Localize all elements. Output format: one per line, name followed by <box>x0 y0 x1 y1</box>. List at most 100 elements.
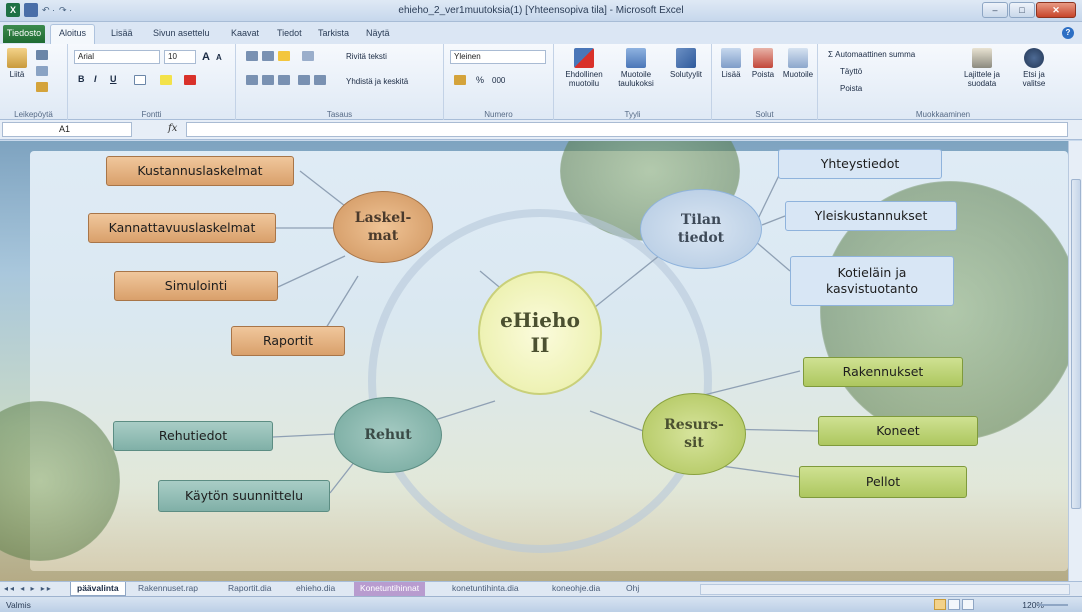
tab-view[interactable]: Näytä <box>366 28 390 38</box>
format-cells-button[interactable]: Muotoile <box>780 48 816 79</box>
align-middle-icon[interactable] <box>262 51 274 61</box>
zoom-slider[interactable] <box>1038 604 1068 606</box>
borders-icon[interactable] <box>134 75 146 85</box>
sheet-tab-raportit[interactable]: Raportit.dia <box>222 582 277 596</box>
fill-button[interactable]: Täyttö <box>840 67 862 76</box>
align-center-icon[interactable] <box>262 75 274 85</box>
percent-button[interactable]: % <box>476 75 484 85</box>
yhteystiedot-label: Yhteystiedot <box>820 156 900 171</box>
thousands-button[interactable]: 000 <box>492 76 505 85</box>
font-name-select[interactable]: Arial <box>74 50 160 64</box>
merge-center-button[interactable]: Yhdistä ja keskitä <box>346 77 408 86</box>
underline-button[interactable]: U <box>110 74 117 84</box>
font-color-icon[interactable] <box>184 75 196 85</box>
cut-icon[interactable] <box>36 50 48 60</box>
insert-cells-icon <box>721 48 741 68</box>
format-painter-icon[interactable] <box>36 82 48 92</box>
decrease-indent-icon[interactable] <box>298 75 310 85</box>
tab-formulas[interactable]: Kaavat <box>231 28 259 38</box>
name-box[interactable]: A1 <box>2 122 132 137</box>
page-layout-view-button[interactable] <box>948 599 960 610</box>
yhteystiedot-box[interactable]: Yhteystiedot <box>778 149 942 179</box>
font-size-select[interactable]: 10 <box>164 50 196 64</box>
align-top-icon[interactable] <box>246 51 258 61</box>
sort-filter-button[interactable]: Lajittele ja suodata <box>954 48 1010 88</box>
copy-icon[interactable] <box>36 66 48 76</box>
find-label: Etsi ja valitse <box>1022 70 1046 88</box>
increase-indent-icon[interactable] <box>314 75 326 85</box>
tilan-tiedot-node[interactable]: Tilan tiedot <box>640 189 762 269</box>
pellot-box[interactable]: Pellot <box>799 466 967 498</box>
find-select-button[interactable]: Etsi ja valitse <box>1012 48 1056 88</box>
resurssit-node[interactable]: Resurs-sit <box>642 393 746 475</box>
tab-data[interactable]: Tiedot <box>277 28 302 38</box>
close-button[interactable]: ✕ <box>1036 2 1076 18</box>
paste-button[interactable]: Liitä <box>4 48 30 79</box>
koneet-box[interactable]: Koneet <box>818 416 978 446</box>
tab-review[interactable]: Tarkista <box>318 28 349 38</box>
clipboard-icon <box>7 48 27 68</box>
status-bar: Valmis 120% <box>0 596 1082 612</box>
insert-function-icon[interactable]: fx <box>168 123 177 134</box>
fill-color-icon[interactable] <box>160 75 172 85</box>
bold-button[interactable]: B <box>78 74 85 84</box>
orientation-icon[interactable] <box>302 51 314 61</box>
kotielain-box[interactable]: Kotieläin ja kasvistuotanto <box>790 256 954 306</box>
delete-cells-icon <box>753 48 773 68</box>
vertical-scrollbar[interactable] <box>1068 141 1082 581</box>
minimize-button[interactable]: – <box>982 2 1008 18</box>
sheet-tab-ehieho[interactable]: ehieho.dia <box>290 582 341 596</box>
grow-font-button[interactable]: A <box>202 51 210 63</box>
normal-view-button[interactable] <box>934 599 946 610</box>
raportit-box[interactable]: Raportit <box>231 326 345 356</box>
alignment-group: Rivitä teksti Yhdistä ja keskitä Tasaus <box>236 44 444 120</box>
maximize-button[interactable]: □ <box>1009 2 1035 18</box>
rehut-node[interactable]: Rehut <box>334 397 442 473</box>
kannattavuuslaskelmat-box[interactable]: Kannattavuuslaskelmat <box>88 213 276 243</box>
tab-file[interactable]: Tiedosto <box>3 25 45 43</box>
number-format-select[interactable]: Yleinen <box>450 50 546 64</box>
sheet-tab-ohj[interactable]: Ohj <box>620 582 645 596</box>
wrap-text-button[interactable]: Rivitä teksti <box>346 52 387 61</box>
sheet-tab-konetuntihinnat[interactable]: Konetuntihinnat <box>354 582 426 596</box>
tab-home[interactable]: Aloitus <box>50 24 96 44</box>
page-break-view-button[interactable] <box>962 599 974 610</box>
rakennukset-box[interactable]: Rakennukset <box>803 357 963 387</box>
sheet-tab-paavalinta[interactable]: päävalinta <box>70 582 126 596</box>
conditional-formatting-button[interactable]: Ehdollinen muotoilu <box>558 48 610 88</box>
rehutiedot-label: Rehutiedot <box>158 428 228 443</box>
kustannuslaskelmat-box[interactable]: Kustannuslaskelmat <box>106 156 294 186</box>
worksheet-area[interactable]: eHieho II Laskel-mat Tilan tiedot Resurs-s… <box>0 141 1068 581</box>
sheet-tab-koneohje[interactable]: koneohje.dia <box>546 582 606 596</box>
delete-cells-button[interactable]: Poista <box>748 48 778 79</box>
insert-cells-button[interactable]: Lisää <box>716 48 746 79</box>
yleiskustannukset-box[interactable]: Yleiskustannukset <box>785 201 957 231</box>
clear-button[interactable]: Poista <box>840 84 862 93</box>
sheet-tab-rakennuset[interactable]: Rakennuset.rap <box>132 582 204 596</box>
currency-icon[interactable] <box>454 75 466 85</box>
sheet-tab-konetuntihinta[interactable]: konetuntihinta.dia <box>446 582 525 596</box>
sheet-tabs-bar: ◂◂ ◂ ▸ ▸▸ päävalinta Rakennuset.rap Rapo… <box>0 581 1082 596</box>
kayton-suunnittelu-box[interactable]: Käytön suunnittelu <box>158 480 330 512</box>
italic-button[interactable]: I <box>94 74 97 84</box>
autosum-button[interactable]: Σ Automaattinen summa <box>828 50 915 59</box>
tab-page-layout[interactable]: Sivun asettelu <box>153 28 210 38</box>
laskelmat-node[interactable]: Laskel-mat <box>333 191 433 263</box>
align-bottom-icon[interactable] <box>278 51 290 61</box>
format-as-table-button[interactable]: Muotoile taulukoksi <box>610 48 662 88</box>
help-icon[interactable]: ? <box>1062 27 1074 39</box>
cell-styles-button[interactable]: Solutyylit <box>664 48 708 79</box>
align-right-icon[interactable] <box>278 75 290 85</box>
rehutiedot-box[interactable]: Rehutiedot <box>113 421 273 451</box>
horizontal-scrollbar[interactable] <box>700 584 1070 595</box>
font-group-label: Fontti <box>141 110 162 119</box>
tab-insert[interactable]: Lisää <box>111 28 133 38</box>
vertical-scroll-thumb[interactable] <box>1071 179 1081 509</box>
shrink-font-button[interactable]: A <box>216 53 222 62</box>
simulointi-box[interactable]: Simulointi <box>114 271 278 301</box>
formula-input[interactable] <box>186 122 1068 137</box>
align-left-icon[interactable] <box>246 75 258 85</box>
sheet-nav-buttons[interactable]: ◂◂ ◂ ▸ ▸▸ <box>4 584 53 593</box>
formula-bar: A1 fx <box>0 120 1082 140</box>
raportit-label: Raportit <box>262 333 314 348</box>
